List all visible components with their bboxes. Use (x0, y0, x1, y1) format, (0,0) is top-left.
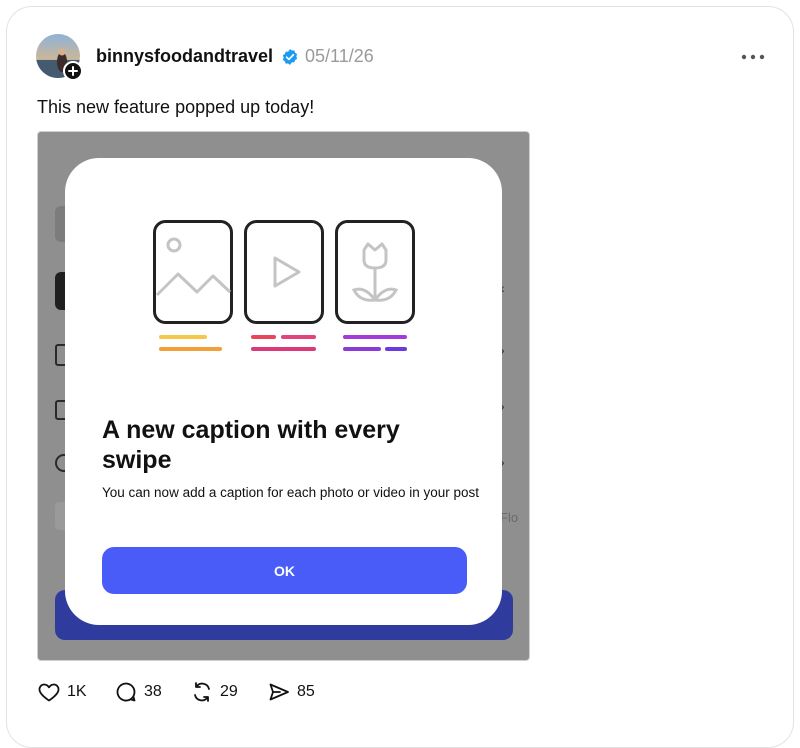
caption-lines-red (251, 335, 316, 351)
comment-count: 38 (144, 683, 162, 700)
repost-button[interactable]: 29 (190, 680, 238, 704)
feature-illustration (153, 220, 415, 351)
post-media-image[interactable]: ‹ › › › Flo A new caption with every swi… (37, 131, 530, 661)
like-button[interactable]: 1K (37, 680, 87, 704)
flower-frame-icon (335, 220, 415, 324)
verified-badge-icon (282, 49, 298, 65)
photo-frame-icon (153, 220, 233, 324)
repost-count: 29 (220, 683, 238, 700)
modal-description: You can now add a caption for each photo… (102, 485, 480, 500)
caption-lines-purple (343, 335, 407, 351)
username[interactable]: binnysfoodandtravel (96, 46, 273, 67)
repost-icon (194, 682, 210, 702)
comment-button[interactable]: 38 (114, 680, 162, 704)
feature-announcement-modal: A new caption with every swipe You can n… (65, 158, 502, 625)
send-icon (269, 683, 289, 701)
modal-title: A new caption with every swipe (102, 416, 400, 474)
post-caption: This new feature popped up today! (37, 97, 315, 117)
more-options-icon[interactable] (740, 48, 766, 66)
share-count: 85 (297, 683, 315, 700)
caption-lines-yellow (159, 335, 222, 351)
video-frame-icon (244, 220, 324, 324)
heart-icon (38, 683, 60, 702)
like-count: 1K (67, 683, 87, 700)
comment-icon (116, 682, 136, 702)
follow-plus-icon[interactable] (63, 61, 83, 81)
share-button[interactable]: 85 (267, 680, 315, 704)
background-footnote (55, 552, 65, 568)
post-date: 05/11/26 (305, 46, 374, 66)
ok-button[interactable]: OK (102, 547, 467, 594)
background-field-text: Flo (500, 510, 519, 525)
